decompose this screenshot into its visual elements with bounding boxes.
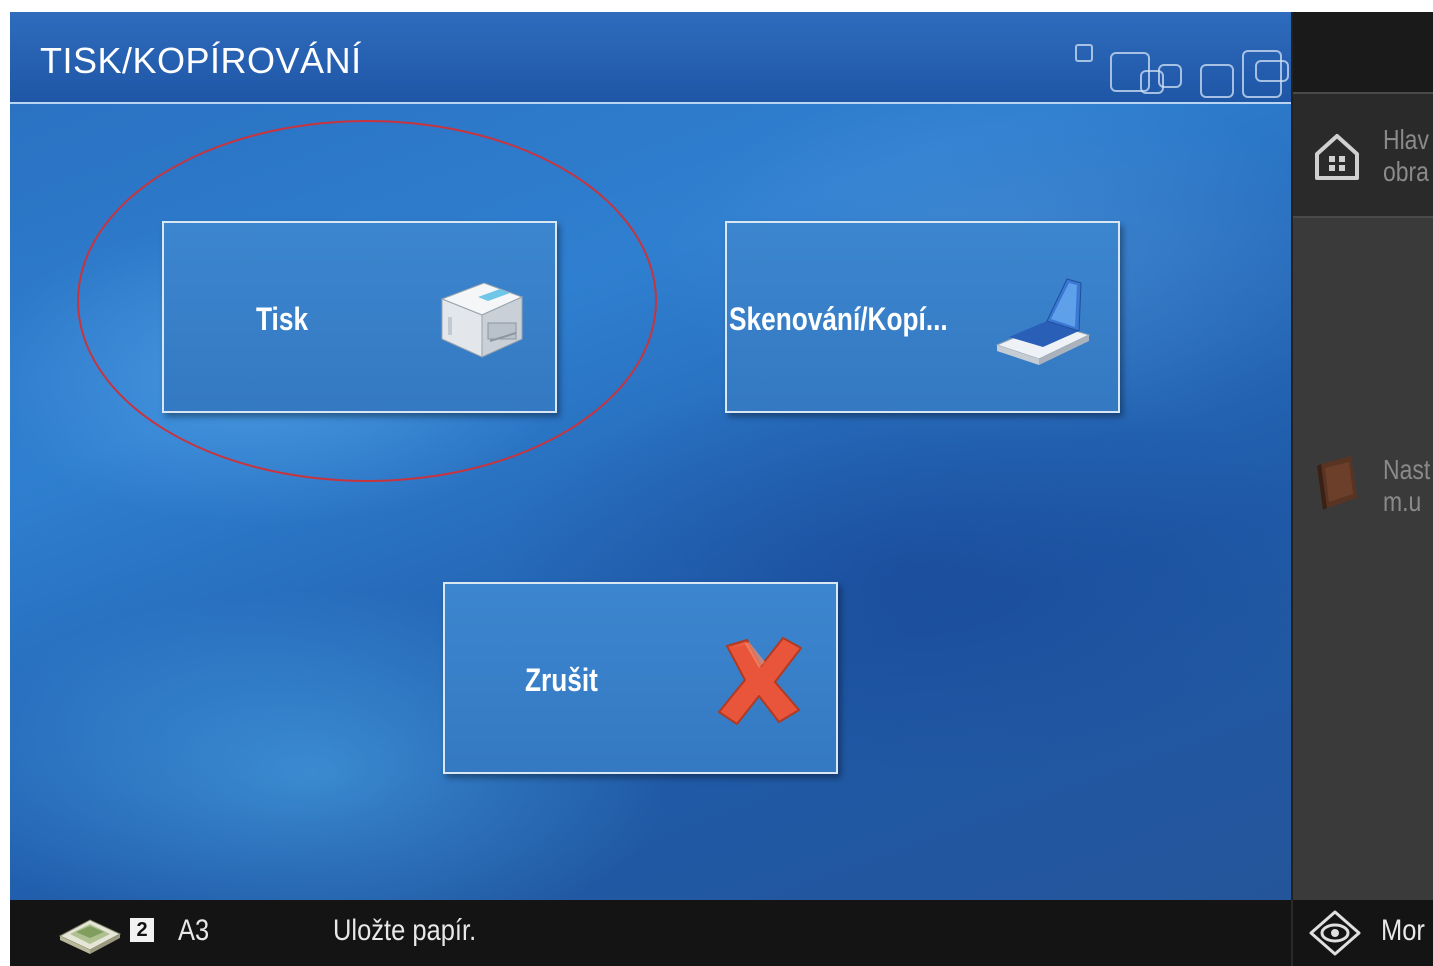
eye-icon	[1309, 910, 1361, 956]
status-bar: 2 A3 Uložte papír. Mor	[10, 900, 1433, 966]
tray-number-badge: 2	[130, 918, 154, 942]
decorative-square	[1200, 64, 1234, 98]
main-panel: TISK/KOPÍROVÁNÍ Tisk Skenování/Kopí... Z…	[10, 12, 1291, 900]
home-icon	[1315, 134, 1359, 180]
print-button[interactable]: Tisk	[162, 221, 557, 413]
decorative-square	[1255, 60, 1289, 82]
status-monitor-button[interactable]: Mor	[1293, 900, 1433, 966]
close-icon	[718, 637, 802, 725]
scan-copy-button-label: Skenování/Kopí...	[729, 301, 948, 337]
side-panel-header	[1293, 12, 1433, 92]
settings-label-line1: Nast	[1383, 454, 1431, 485]
cancel-button[interactable]: Zrušit	[443, 582, 838, 774]
home-label-line2: obra	[1383, 156, 1429, 187]
decorative-square	[1158, 64, 1182, 88]
print-button-label: Tisk	[256, 301, 309, 337]
paper-size-label: A3	[178, 914, 210, 947]
page-title: TISK/KOPÍROVÁNÍ	[40, 40, 362, 81]
scanner-icon	[995, 278, 1091, 365]
home-label-line1: Hlav	[1383, 124, 1429, 155]
scan-copy-button[interactable]: Skenování/Kopí...	[725, 221, 1120, 413]
printer-icon	[440, 282, 524, 358]
book-icon	[1317, 456, 1357, 510]
title-bar: TISK/KOPÍROVÁNÍ	[10, 12, 1291, 104]
decorative-square	[1075, 44, 1093, 62]
status-monitor-label: Mor	[1381, 914, 1425, 947]
printer-control-screen: TISK/KOPÍROVÁNÍ Tisk Skenování/Kopí... Z…	[10, 12, 1433, 966]
home-screen-button[interactable]: Hlav obra	[1293, 92, 1433, 218]
settings-button[interactable]: Nast m.u	[1293, 218, 1433, 900]
settings-label-line2: m.u	[1383, 486, 1422, 517]
status-message: Uložte papír.	[333, 914, 477, 947]
side-panel: Hlav obra Nast m.u	[1291, 12, 1433, 900]
cancel-button-label: Zrušit	[525, 662, 598, 698]
paper-tray-icon	[58, 919, 122, 954]
